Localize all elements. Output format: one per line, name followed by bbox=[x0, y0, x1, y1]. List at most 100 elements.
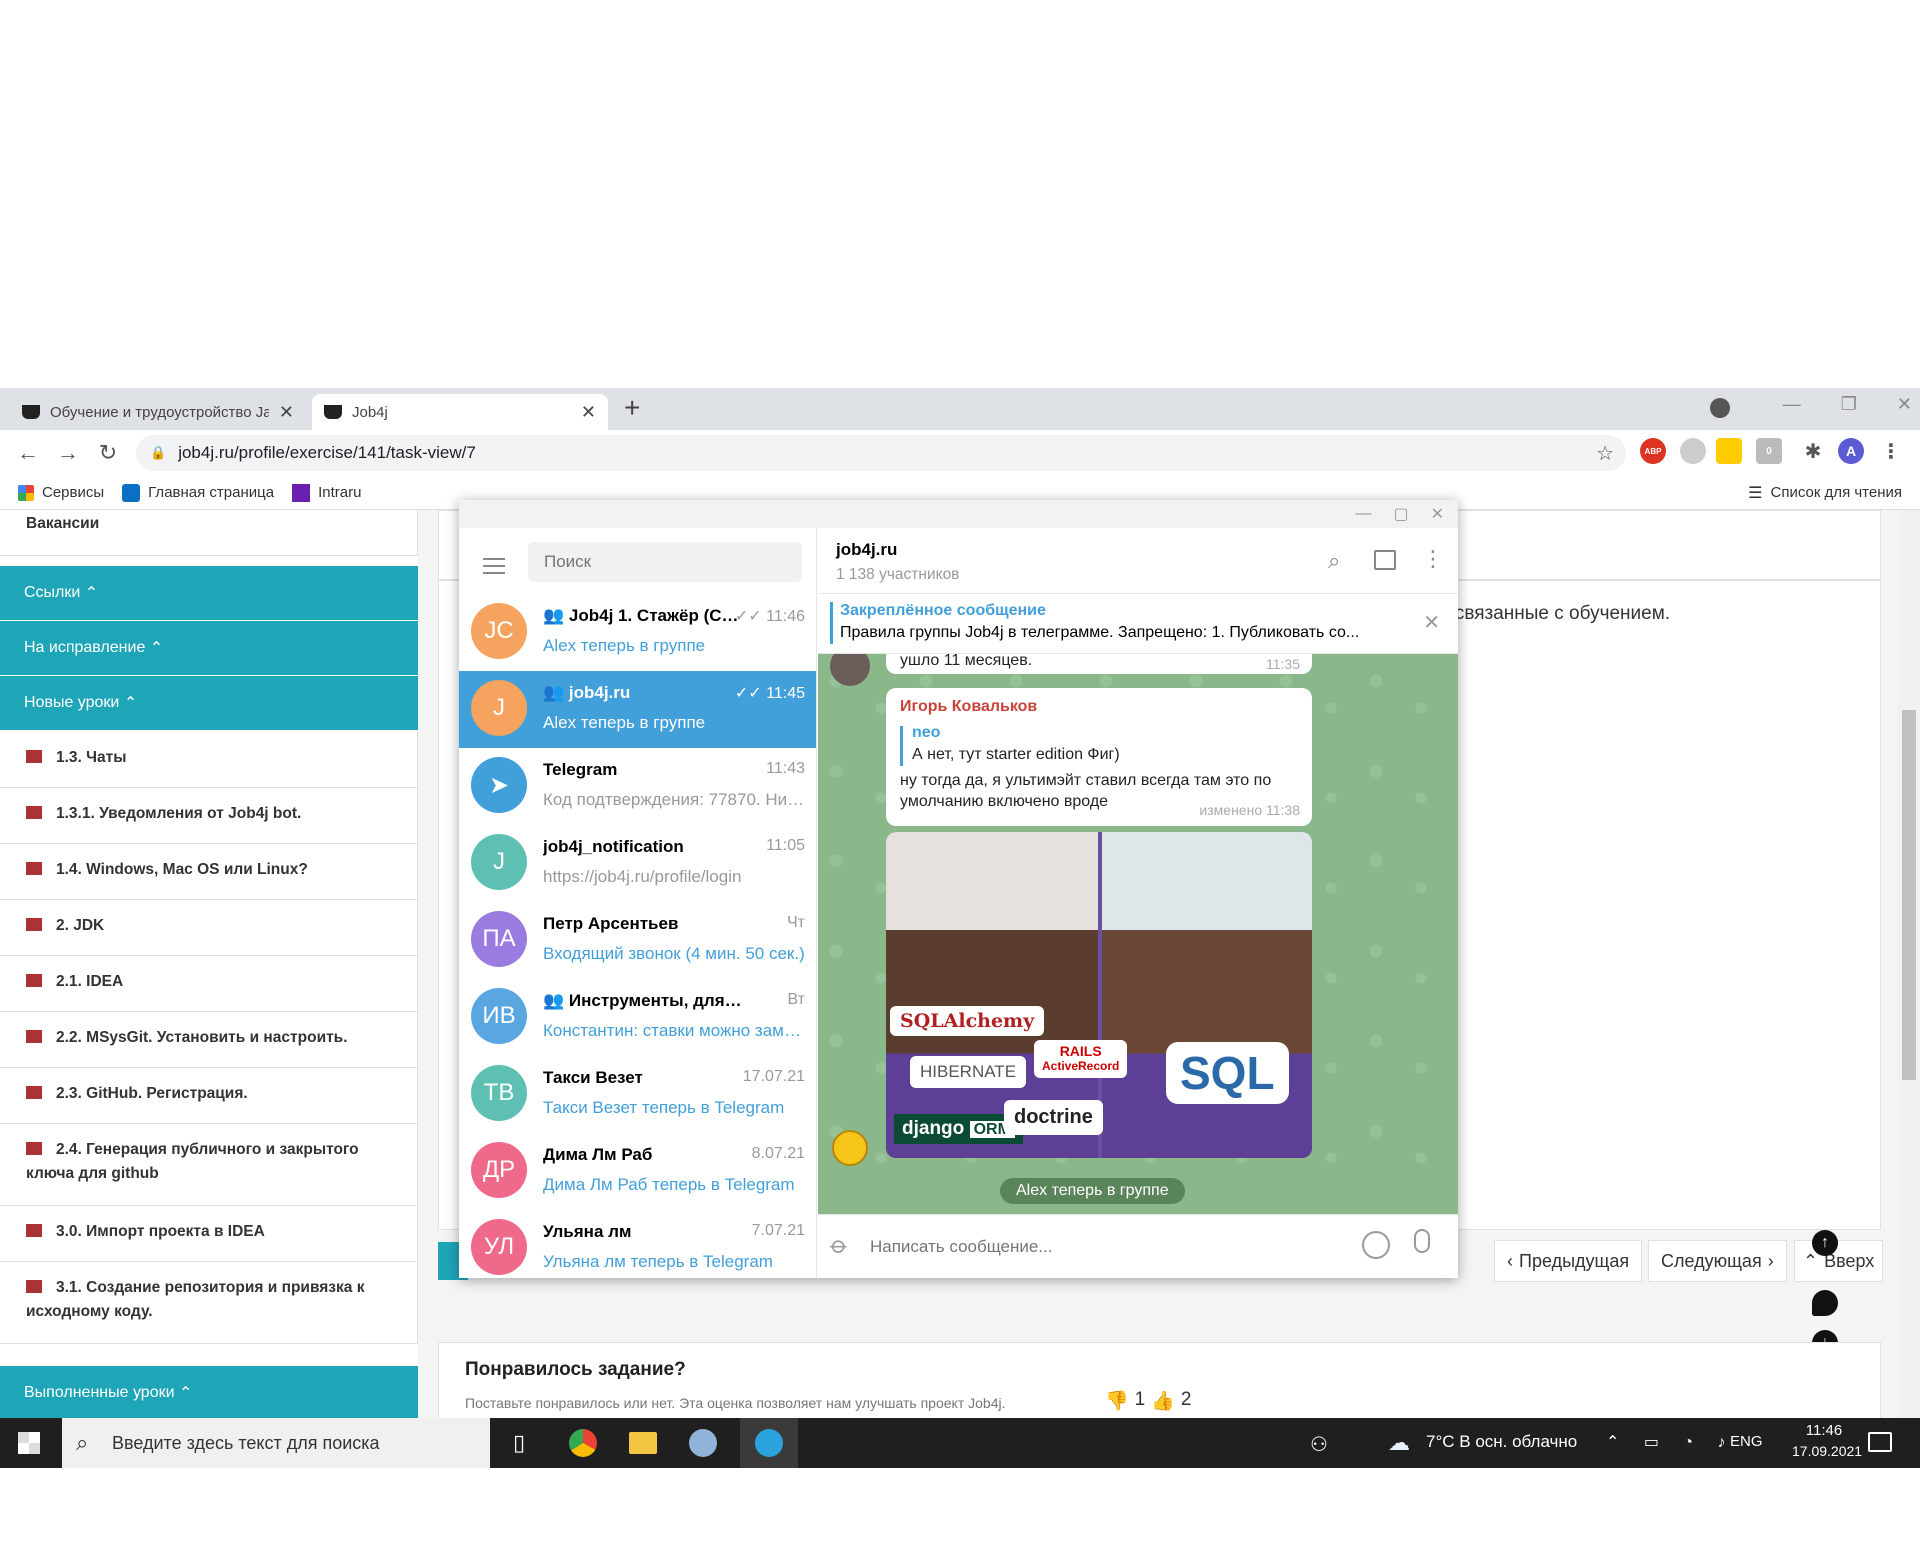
chat-avatar: JC bbox=[471, 603, 527, 659]
chat-list-item[interactable]: ➤ Telegram 11:43 Код подтверждения: 77870. … bbox=[459, 748, 816, 825]
book-icon bbox=[26, 974, 42, 987]
menu-icon[interactable]: ⋮ bbox=[1878, 438, 1904, 464]
back-icon[interactable]: ← bbox=[8, 440, 48, 466]
sidebar-section-new[interactable]: Новые уроки ⌃ bbox=[0, 676, 418, 730]
minimize-icon[interactable]: — bbox=[1783, 394, 1801, 415]
message-image[interactable]: SQLAlchemy HIBERNATE RAILS ActiveRecord S… bbox=[886, 832, 1312, 1158]
telegram-taskbar-icon[interactable] bbox=[740, 1418, 798, 1468]
attach-icon[interactable]: ⌀ bbox=[824, 1230, 855, 1261]
sidebar-lesson[interactable]: 1.3. Чаты bbox=[0, 732, 418, 788]
up-button[interactable]: ⌃ Вверх bbox=[1794, 1240, 1884, 1282]
shield-icon[interactable] bbox=[1680, 438, 1706, 464]
close-tab-icon[interactable]: ✕ bbox=[581, 402, 596, 423]
task-view-icon[interactable]: ▯ bbox=[490, 1418, 548, 1468]
close-icon[interactable]: ✕ bbox=[1423, 610, 1440, 635]
sidebar-lesson[interactable]: 3.0. Импорт проекта в IDEA bbox=[0, 1206, 418, 1262]
scrollbar-thumb[interactable] bbox=[1902, 710, 1916, 1080]
new-tab-button[interactable]: + bbox=[624, 392, 640, 424]
reload-icon[interactable]: ↻ bbox=[88, 440, 128, 466]
chat-preview: Ульяна лм теперь в Telegram bbox=[543, 1252, 773, 1271]
sidebar-toggle-icon[interactable] bbox=[1374, 550, 1396, 570]
profile-down-icon[interactable] bbox=[1710, 398, 1730, 418]
taskbar-search[interactable]: ⌕ Введите здесь текст для поиска bbox=[62, 1418, 490, 1468]
message-author[interactable]: Игорь Ковальков bbox=[900, 698, 1037, 716]
thumbs-up-icon[interactable]: 👍 bbox=[1151, 1389, 1175, 1413]
maximize-icon[interactable]: ▢ bbox=[1393, 504, 1408, 524]
chat-list-item[interactable]: ДР Дима Лм Раб 8.07.21 Дима Лм Раб теперь в… bbox=[459, 1133, 816, 1210]
book-icon bbox=[26, 862, 42, 875]
clock[interactable]: 11:46 17.09.2021 bbox=[1792, 1422, 1862, 1459]
chat-list-item[interactable]: ИВ 👥 Инструменты, для обуч... Вт Константин… bbox=[459, 979, 816, 1056]
arrow-up-icon[interactable]: ↑ bbox=[1812, 1230, 1838, 1256]
sidebar-section-links[interactable]: Ссылки ⌃ bbox=[0, 566, 418, 620]
scrollbar[interactable] bbox=[1898, 510, 1920, 1418]
book-icon bbox=[26, 750, 42, 763]
extension-icon[interactable] bbox=[1716, 438, 1742, 464]
chat-list-item[interactable]: УЛ Ульяна лм 7.07.21 Ульяна лм теперь в Tel… bbox=[459, 1210, 816, 1278]
microphone-icon[interactable] bbox=[1414, 1229, 1430, 1253]
close-window-icon[interactable]: ✕ bbox=[1431, 504, 1444, 524]
avatar[interactable]: A bbox=[1838, 438, 1864, 464]
rating-buttons: 👎 1 👍 2 bbox=[1105, 1389, 1192, 1413]
chat-list-item[interactable]: J 👥 job4j.ru ✓✓ 11:45 Alex теперь в группе bbox=[459, 671, 816, 748]
sidebar-lesson[interactable]: 1.4. Windows, Mac OS или Linux? bbox=[0, 844, 418, 900]
weather-icon[interactable]: ☁ bbox=[1388, 1430, 1410, 1456]
search-icon[interactable]: ⌕ bbox=[1328, 548, 1340, 574]
message-time: изменено 11:38 bbox=[1199, 802, 1300, 818]
sidebar-lesson[interactable]: 2.3. GitHub. Регистрация. bbox=[0, 1068, 418, 1124]
chat-list-item[interactable]: ТВ Такси Везет 17.07.21 Такси Везет теперь … bbox=[459, 1056, 816, 1133]
tab-1[interactable]: Обучение и трудоустройство Ja ✕ bbox=[10, 394, 306, 430]
chevron-right-icon: › bbox=[1767, 1250, 1774, 1271]
tab-2[interactable]: Job4j ✕ bbox=[312, 394, 608, 430]
address-bar[interactable]: 🔒 job4j.ru/profile/exercise/141/task-vie… bbox=[136, 435, 1626, 471]
language-indicator[interactable]: ENG bbox=[1730, 1433, 1763, 1450]
sidebar-lesson[interactable]: 2. JDK bbox=[0, 900, 418, 956]
pinned-message[interactable]: Закреплённое сообщение Правила группы Jo… bbox=[818, 594, 1458, 654]
tray-icons[interactable]: ⌃ ▭ ◔ ♪ bbox=[1606, 1432, 1736, 1452]
sidebar-lesson[interactable]: 2.1. IDEA bbox=[0, 956, 418, 1012]
extension-badge[interactable]: 0 bbox=[1756, 438, 1782, 464]
reading-list[interactable]: ☰ Список для чтения bbox=[1748, 483, 1902, 503]
weather-text[interactable]: 7°C В осн. облачно bbox=[1426, 1432, 1577, 1452]
more-icon[interactable]: ⋮ bbox=[1422, 546, 1444, 572]
book-icon bbox=[26, 806, 42, 819]
sidebar-lesson[interactable]: 2.4. Генерация публичного и закрытого кл… bbox=[0, 1124, 418, 1206]
puzzle-icon[interactable]: ✱ bbox=[1800, 438, 1826, 464]
rating-subtitle: Поставьте понравилось или нет. Эта оценк… bbox=[465, 1395, 1006, 1411]
chat-icon[interactable] bbox=[1812, 1290, 1838, 1316]
chrome-icon[interactable] bbox=[554, 1418, 612, 1468]
next-button[interactable]: Следующая › bbox=[1648, 1240, 1787, 1282]
sidebar-section-done[interactable]: Выполненные уроки ⌃ bbox=[0, 1366, 418, 1418]
notifications-icon[interactable] bbox=[1868, 1432, 1892, 1452]
chat-list-item[interactable]: JC 👥 Job4j 1. Стажёр (Си... ✓✓ 11:46 Alex т… bbox=[459, 594, 816, 671]
bookmark-services[interactable]: Сервисы bbox=[18, 484, 104, 501]
adblock-icon[interactable]: ABP bbox=[1640, 438, 1666, 464]
message-input[interactable] bbox=[870, 1227, 1250, 1267]
star-icon[interactable]: ☆ bbox=[1596, 441, 1614, 466]
paint-icon[interactable] bbox=[674, 1418, 732, 1468]
close-tab-icon[interactable]: ✕ bbox=[279, 402, 294, 423]
sidebar-item-vacancies[interactable]: Вакансии bbox=[0, 510, 418, 556]
minimize-icon[interactable]: — bbox=[1355, 505, 1371, 523]
sidebar-lesson[interactable]: 2.2. MSysGit. Установить и настроить. bbox=[0, 1012, 418, 1068]
search-input[interactable] bbox=[528, 542, 802, 582]
bookmark-home[interactable]: Главная страница bbox=[122, 483, 274, 502]
chat-list-item[interactable]: ПА Петр Арсентьев Чт Входящий звонок (4 мин… bbox=[459, 902, 816, 979]
thumbs-down-icon[interactable]: 👎 bbox=[1105, 1389, 1129, 1413]
sidebar-lesson[interactable]: 1.3.1. Уведомления от Job4j bot. bbox=[0, 788, 418, 844]
close-window-icon[interactable]: ✕ bbox=[1897, 394, 1912, 415]
chat-list-item[interactable]: Jjob4j_notification 11:05 https://job4j.ru… bbox=[459, 825, 816, 902]
emoji-icon[interactable] bbox=[1362, 1231, 1390, 1259]
prev-button[interactable]: ‹ Предыдущая bbox=[1494, 1240, 1643, 1282]
people-icon[interactable]: ⚇ bbox=[1310, 1432, 1328, 1457]
sidebar-section-fix[interactable]: На исправление ⌃ bbox=[0, 621, 418, 675]
avatar[interactable] bbox=[830, 654, 870, 686]
maximize-icon[interactable]: ❐ bbox=[1841, 394, 1857, 415]
folder-icon[interactable] bbox=[614, 1418, 672, 1468]
forward-icon[interactable]: → bbox=[48, 440, 88, 466]
bookmark-intraru[interactable]: Intraru bbox=[292, 483, 361, 502]
menu-icon[interactable] bbox=[483, 558, 505, 574]
sidebar-lesson[interactable]: 3.1. Создание репозитория и привязка к и… bbox=[0, 1262, 418, 1344]
chat-members: 1 138 участников bbox=[836, 566, 960, 583]
windows-start-icon[interactable] bbox=[18, 1432, 40, 1454]
